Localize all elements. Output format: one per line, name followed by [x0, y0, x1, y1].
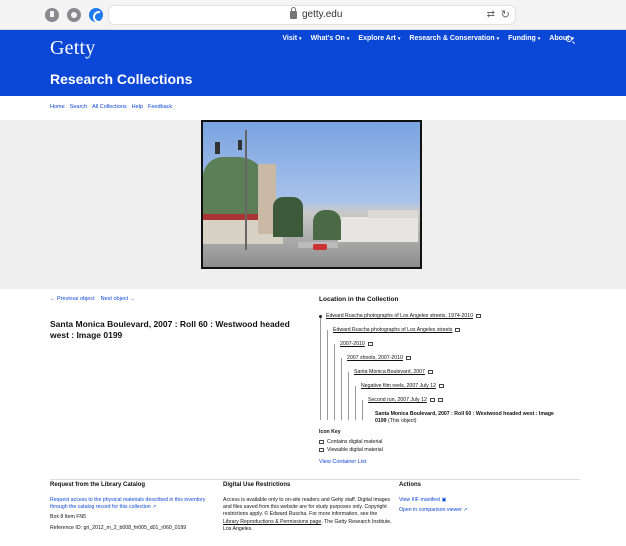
browser-toolbar: getty.edu ⇄ ↻: [0, 0, 626, 30]
digital-material-icon: [427, 369, 433, 374]
digital-material-icon: [437, 397, 443, 402]
collection-location: Location in the Collection Edward Ruscha…: [319, 296, 579, 424]
view-container-list-link[interactable]: View Container List: [319, 459, 366, 465]
nav-funding[interactable]: Funding ▾: [508, 35, 540, 42]
url-text[interactable]: getty.edu: [302, 9, 342, 20]
chevron-down-icon: ▾: [397, 36, 401, 42]
tree-node[interactable]: 2007-2010: [340, 341, 373, 347]
getty-logo[interactable]: Getty: [50, 37, 95, 60]
tree-node[interactable]: Edward Ruscha photographs of Los Angeles…: [333, 327, 461, 333]
street-photo[interactable]: [203, 122, 420, 267]
subnav-home[interactable]: Home: [50, 104, 65, 110]
search-icon[interactable]: [566, 36, 572, 42]
digital-material-icon: [438, 383, 444, 388]
icon-key-heading: Icon Key: [319, 429, 341, 435]
catalog-request-link[interactable]: Request access to the physical materials…: [50, 497, 218, 512]
object-title: Santa Monica Boulevard, 2007 : Roll 60 :…: [50, 319, 290, 340]
chevron-down-icon: ▾: [496, 36, 500, 42]
iiif-icon: ▣: [441, 496, 447, 503]
digital-material-icon: [367, 341, 373, 346]
chevron-down-icon: ▾: [299, 36, 302, 42]
nav-research-conservation[interactable]: Research & Conservation ▾: [409, 35, 499, 42]
box-item: Box 8 Item FN5: [50, 514, 87, 521]
tree-root-dot: [319, 315, 322, 318]
digital-material-icon: [476, 313, 482, 318]
tree-node[interactable]: Edward Ruscha photographs of Los Angeles…: [326, 313, 482, 319]
photo-frame[interactable]: [201, 120, 422, 269]
digital-material-icon: [455, 327, 461, 332]
comparison-viewer-link[interactable]: Open in comparison viewer ↗: [399, 507, 579, 514]
site-header: Getty Visit ▾ What's On ▾ Explore Art ▾ Res…: [0, 30, 626, 96]
shield-icon[interactable]: [45, 8, 59, 22]
main-nav: Visit ▾ What's On ▾ Explore Art ▾ Research …: [282, 35, 574, 42]
request-heading: Request from the Library Catalog: [50, 482, 146, 488]
translate-icon[interactable]: ⇄: [487, 9, 495, 20]
digital-material-icon: [405, 355, 411, 360]
usage-text: Access is available only to on-site read…: [223, 496, 391, 518]
toggle-icon[interactable]: [67, 8, 81, 22]
extension-icon[interactable]: [89, 8, 103, 23]
icon-key: Icon Key Contains digital material Viewa…: [319, 429, 383, 453]
viewable-material-icon: [429, 397, 435, 402]
subnav-help[interactable]: Help: [132, 104, 143, 110]
subnav-feedback[interactable]: Feedback: [148, 104, 172, 110]
nav-whats-on[interactable]: What's On ▾: [311, 35, 350, 42]
iiif-manifest-link[interactable]: View IIIF manifest ▣: [399, 497, 579, 504]
permissions-link[interactable]: Library Reproductions & Permissions page: [223, 519, 321, 525]
digital-material-icon: [319, 439, 324, 444]
tree-node[interactable]: Second run, 2007 July 12: [368, 397, 443, 403]
chevron-down-icon: ▾: [537, 36, 541, 42]
object-footer: Request from the Library Catalog Request…: [50, 479, 580, 532]
actions-column: Actions View IIIF manifest ▣ Open in com…: [399, 481, 579, 514]
nav-explore-art[interactable]: Explore Art ▾: [358, 35, 400, 42]
page-title: Research Collections: [50, 71, 193, 87]
next-object-link[interactable]: Next object →: [101, 296, 136, 302]
reload-icon[interactable]: ↻: [501, 8, 510, 21]
tree-node[interactable]: Santa Monica Boulevard, 2007: [354, 369, 433, 375]
request-column: Request from the Library Catalog Request…: [50, 481, 218, 532]
reference-id: Reference ID: gri_2012_m_2_b008_fn005_d0…: [50, 524, 187, 531]
lock-icon: [290, 7, 297, 19]
tree-node[interactable]: 2007 shoots, 2007-2010: [347, 355, 411, 361]
viewable-material-icon: [319, 447, 324, 452]
object-pager: ← Previous object Next object →: [50, 296, 135, 302]
subnav-search[interactable]: Search: [70, 104, 87, 110]
image-viewer[interactable]: [0, 120, 626, 289]
usage-column: Digital Use Restrictions Access is avail…: [223, 482, 392, 533]
tree-node-current: Santa Monica Boulevard, 2007 : Roll 60 :…: [375, 411, 554, 425]
location-heading: Location in the Collection: [319, 296, 399, 303]
tree-node[interactable]: Negative film reels, 2007 July 12: [361, 383, 444, 389]
usage-heading: Digital Use Restrictions: [223, 482, 291, 488]
breadcrumb-nav: Home Search All Collections Help Feedbac…: [50, 104, 172, 110]
chevron-down-icon: ▾: [346, 36, 350, 42]
address-bar[interactable]: getty.edu ⇄ ↻: [108, 5, 516, 25]
previous-object-link[interactable]: ← Previous object: [50, 296, 95, 302]
actions-heading: Actions: [399, 482, 422, 488]
subnav-all-collections[interactable]: All Collections: [92, 104, 127, 110]
nav-visit[interactable]: Visit ▾: [282, 35, 301, 42]
